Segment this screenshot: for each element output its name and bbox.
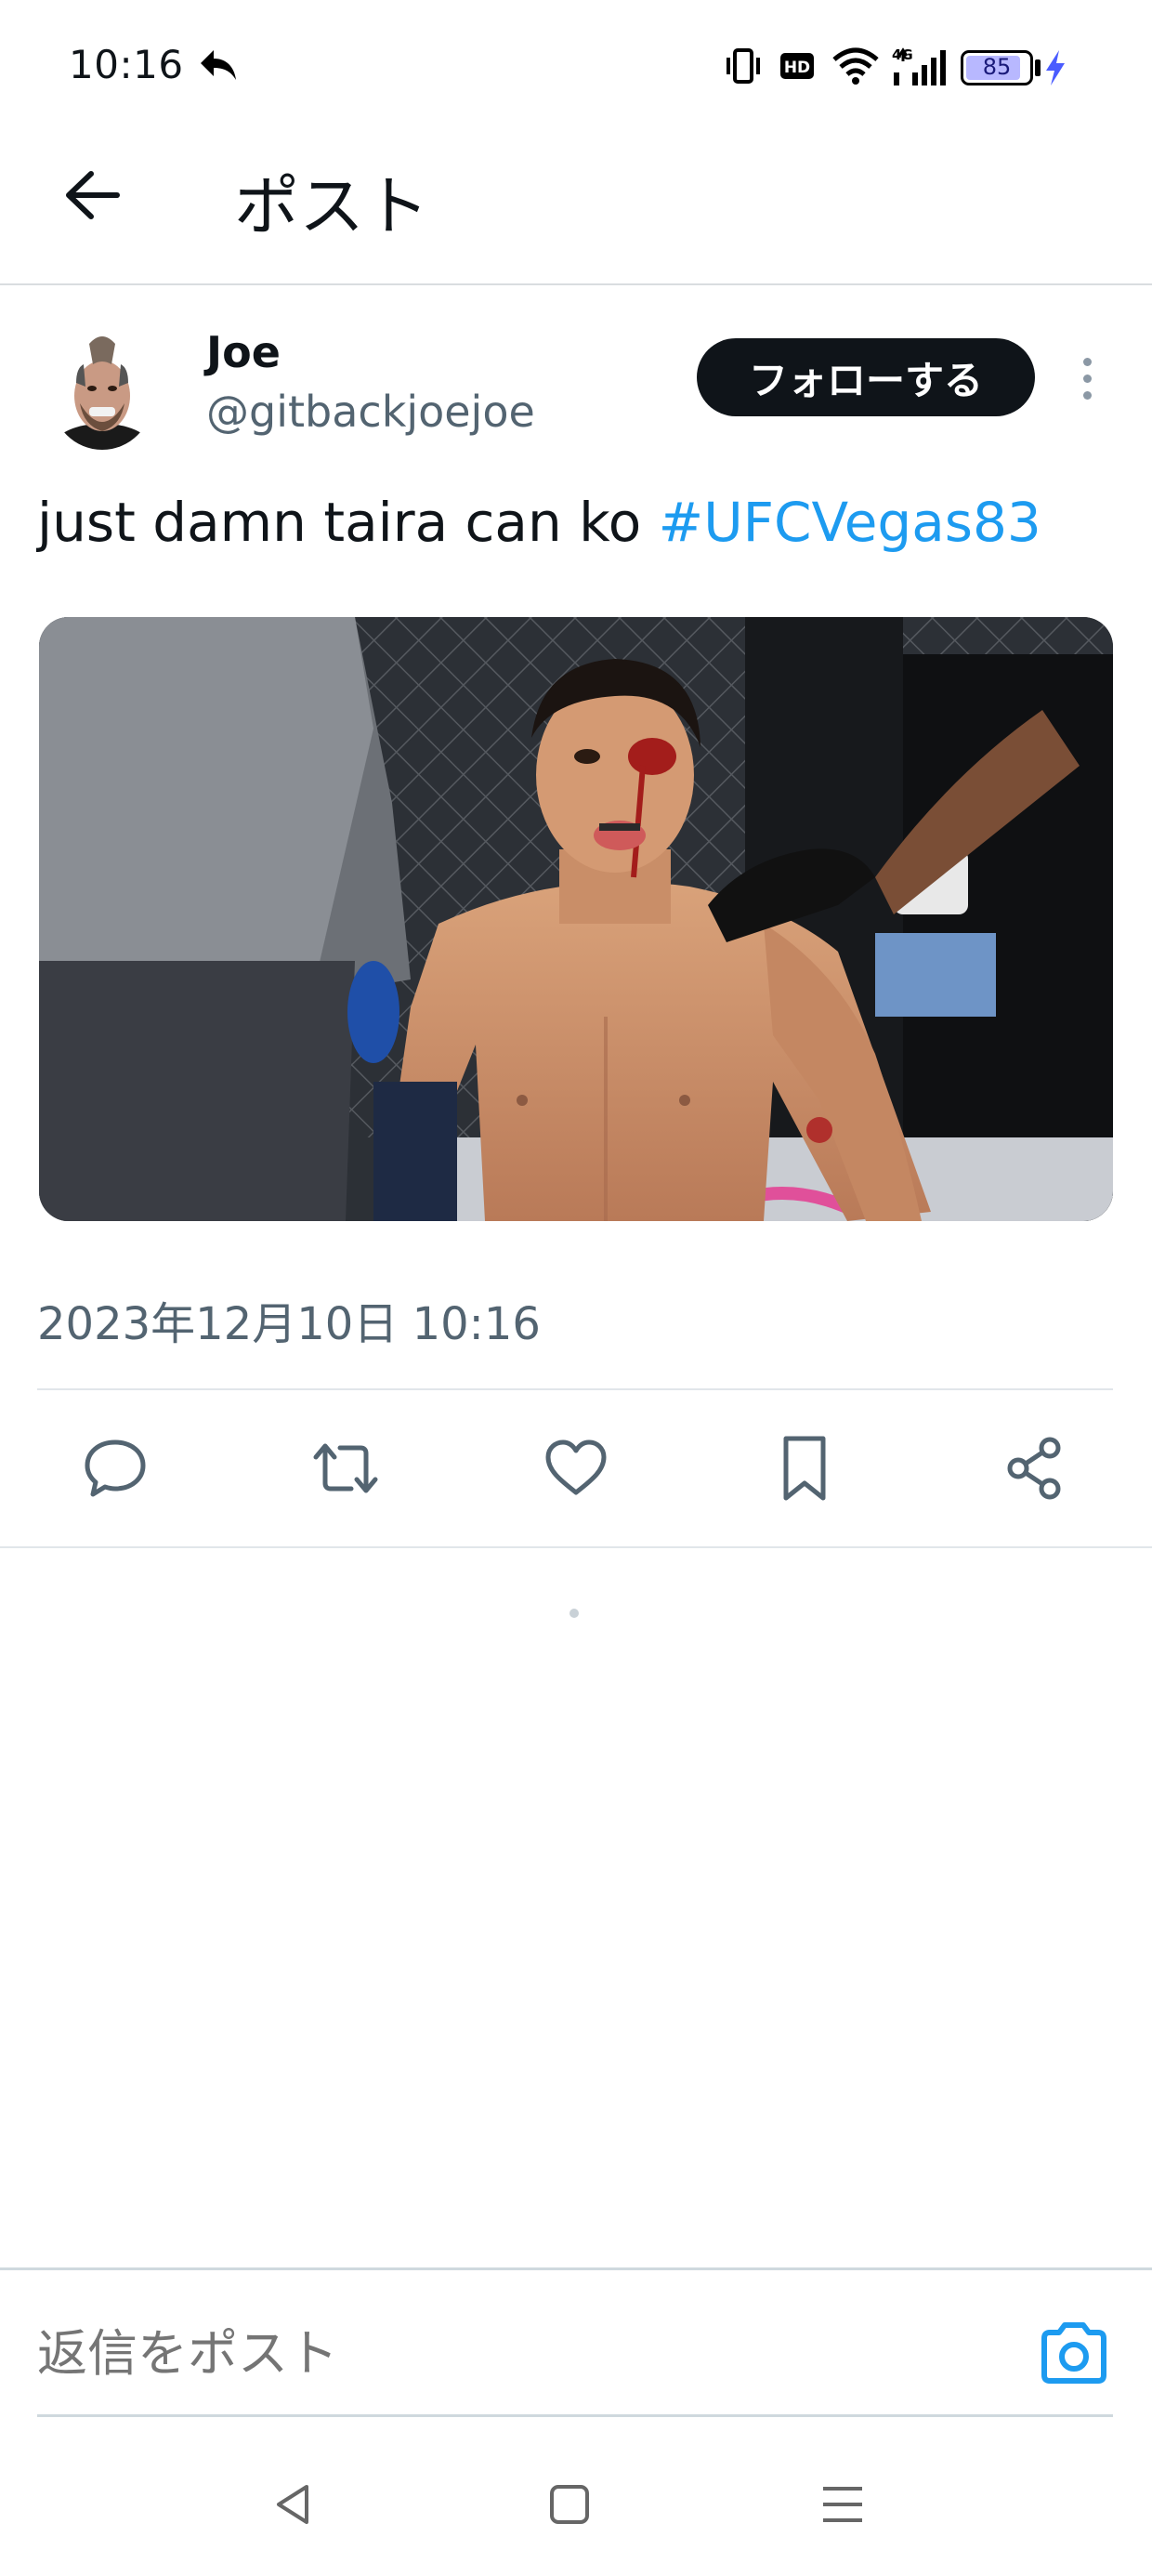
timestamp-divider	[37, 1388, 1113, 1390]
header-divider	[0, 283, 1152, 285]
more-dot-icon	[1082, 390, 1092, 400]
bookmark-button[interactable]	[764, 1427, 845, 1509]
author-handle[interactable]: @gitbackjoejoe	[206, 387, 535, 437]
status-time: 10:16	[69, 42, 184, 87]
square-home-icon	[550, 2485, 589, 2524]
system-home-button[interactable]	[537, 2472, 602, 2537]
system-back-button[interactable]	[260, 2472, 325, 2537]
arrow-left-icon	[66, 171, 120, 219]
repost-arrows-icon	[313, 1443, 378, 1493]
system-recents-button[interactable]	[810, 2472, 875, 2537]
more-options-button[interactable]	[1068, 344, 1106, 413]
battery-indicator: 85	[961, 50, 1033, 85]
repost-button[interactable]	[305, 1427, 386, 1509]
battery-tip	[1035, 59, 1041, 76]
post-timestamp: 2023年12月10日 10:16	[37, 1298, 541, 1350]
more-dot-icon	[1082, 357, 1092, 366]
share-button[interactable]	[994, 1427, 1076, 1509]
wifi-icon	[832, 47, 879, 85]
avatar-image	[52, 331, 152, 450]
post-hashtag-link[interactable]: #UFCVegas83	[659, 491, 1041, 554]
reply-arrow-icon	[201, 50, 236, 80]
vibrate-icon	[727, 48, 760, 84]
like-button[interactable]	[535, 1427, 617, 1509]
avatar[interactable]	[52, 331, 152, 450]
author-name[interactable]: Joe	[206, 327, 281, 377]
loading-indicator	[569, 1609, 579, 1618]
page-title: ポスト	[234, 168, 429, 244]
triangle-back-icon	[277, 2485, 308, 2524]
reply-input[interactable]	[37, 2316, 1003, 2390]
composer-divider	[0, 2267, 1152, 2270]
hd-icon: HD	[780, 53, 814, 79]
action-bar-divider	[0, 1546, 1152, 1548]
signal-icon: 4G	[892, 46, 946, 85]
share-nodes-icon	[1007, 1437, 1061, 1500]
camera-button[interactable]	[1037, 2318, 1111, 2388]
speech-bubble-icon	[85, 1439, 146, 1497]
charging-bolt-icon	[1046, 50, 1065, 85]
camera-icon	[1041, 2322, 1106, 2384]
post-media-image[interactable]	[39, 617, 1113, 1221]
svg-text:HD: HD	[784, 59, 810, 77]
more-dot-icon	[1082, 374, 1092, 383]
composer-underline	[37, 2414, 1113, 2417]
status-bar: 10:16 HD 4G 85	[0, 0, 1152, 139]
post-text: just damn taira can ko #UFCVegas83	[37, 485, 1041, 559]
heart-icon	[545, 1439, 607, 1495]
menu-lines-icon	[823, 2487, 862, 2522]
post-body: just damn taira can ko	[37, 491, 659, 554]
follow-button[interactable]: フォローする	[697, 338, 1035, 416]
back-button[interactable]	[50, 158, 134, 232]
reply-button[interactable]	[74, 1427, 156, 1509]
fighter-photo	[39, 617, 1113, 1221]
bookmark-icon	[783, 1436, 826, 1501]
